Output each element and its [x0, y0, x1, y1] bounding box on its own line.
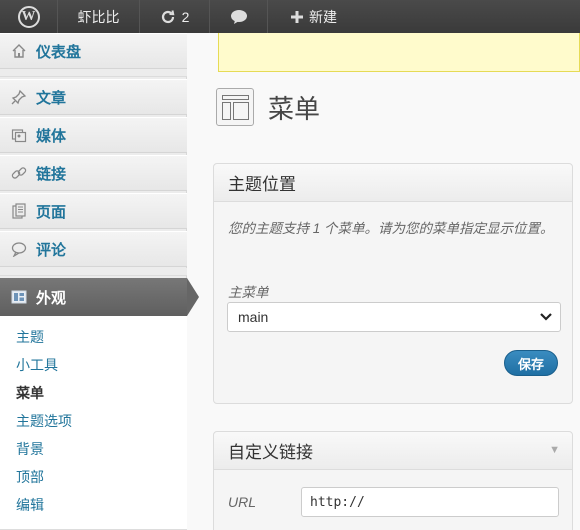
page-header: 菜单 [216, 88, 320, 126]
menu-item-links[interactable]: 链接 [0, 155, 187, 191]
wordpress-logo-button[interactable]: W [0, 0, 58, 33]
new-label: 新建 [309, 8, 337, 25]
save-button[interactable]: 保存 [504, 350, 558, 376]
admin-bar: W 虾比比 2 新建 [0, 0, 580, 33]
link-icon [10, 164, 28, 182]
comment-bubble-icon [230, 9, 247, 24]
collapse-toggle-icon[interactable]: ▼ [549, 444, 560, 456]
chevron-down-icon [540, 313, 552, 321]
admin-sidebar: 仪表盘 文章 媒体 链接 页面 评论 外观 主题 小工具 菜单 主题选项 背景 … [0, 33, 199, 530]
primary-menu-selected-value: main [238, 309, 269, 325]
new-content-button[interactable]: 新建 [268, 0, 360, 33]
menu-item-pages[interactable]: 页面 [0, 193, 187, 229]
menu-item-media[interactable]: 媒体 [0, 117, 187, 153]
submenu-item-editor[interactable]: 编辑 [16, 495, 44, 515]
menu-item-posts[interactable]: 文章 [0, 79, 187, 115]
comment-icon [10, 240, 28, 258]
primary-menu-label: 主菜单 [228, 285, 269, 300]
submenu-item-background[interactable]: 背景 [16, 439, 44, 459]
menu-label-posts: 文章 [36, 89, 67, 107]
refresh-icon [161, 9, 175, 23]
menu-label-comments: 评论 [36, 241, 67, 259]
theme-locations-header: 主题位置 [214, 164, 572, 202]
site-name-link[interactable]: 虾比比 [58, 0, 140, 33]
menu-separator [0, 268, 187, 276]
media-icon [10, 126, 28, 144]
submenu-item-header[interactable]: 顶部 [16, 467, 44, 487]
menu-separator [0, 69, 187, 77]
menu-item-appearance[interactable]: 外观 [0, 278, 199, 316]
menu-label-links: 链接 [36, 165, 67, 183]
pin-icon [10, 88, 28, 106]
home-icon [10, 42, 28, 60]
notice-banner [218, 33, 580, 72]
updates-count: 2 [181, 8, 190, 25]
menu-label-dashboard: 仪表盘 [36, 43, 82, 61]
menus-page-icon [216, 88, 254, 126]
comments-button[interactable] [210, 0, 268, 33]
submenu-item-menus[interactable]: 菜单 [16, 383, 44, 403]
theme-locations-description: 您的主题支持 1 个菜单。请为您的菜单指定显示位置。 [228, 221, 554, 236]
custom-links-box: 自定义链接 ▼ URL http:// [213, 431, 573, 530]
submenu-item-themes[interactable]: 主题 [16, 327, 44, 347]
menu-item-comments[interactable]: 评论 [0, 231, 187, 267]
primary-menu-select[interactable]: main [227, 302, 561, 332]
site-name-label: 虾比比 [77, 8, 120, 25]
updates-button[interactable]: 2 [140, 0, 210, 33]
menu-label-media: 媒体 [36, 127, 67, 145]
page-title: 菜单 [268, 93, 321, 124]
appearance-icon [10, 288, 28, 306]
submenu-item-theme-options[interactable]: 主题选项 [16, 411, 72, 431]
submenu-item-widgets[interactable]: 小工具 [16, 355, 58, 375]
url-input[interactable]: http:// [301, 487, 559, 517]
menu-item-dashboard[interactable]: 仪表盘 [0, 33, 187, 69]
theme-locations-title: 主题位置 [228, 175, 296, 194]
wordpress-logo-icon: W [17, 5, 40, 28]
menu-label-pages: 页面 [36, 203, 67, 221]
theme-locations-box: 主题位置 您的主题支持 1 个菜单。请为您的菜单指定显示位置。 主菜单 main… [213, 163, 573, 404]
custom-links-title: 自定义链接 [228, 443, 313, 462]
menu-label-appearance: 外观 [36, 289, 67, 307]
appearance-submenu: 主题 小工具 菜单 主题选项 背景 顶部 编辑 [0, 316, 187, 530]
url-label: URL [228, 494, 257, 510]
page-icon [10, 202, 28, 220]
plus-icon [291, 10, 303, 23]
custom-links-header[interactable]: 自定义链接 ▼ [214, 432, 572, 470]
